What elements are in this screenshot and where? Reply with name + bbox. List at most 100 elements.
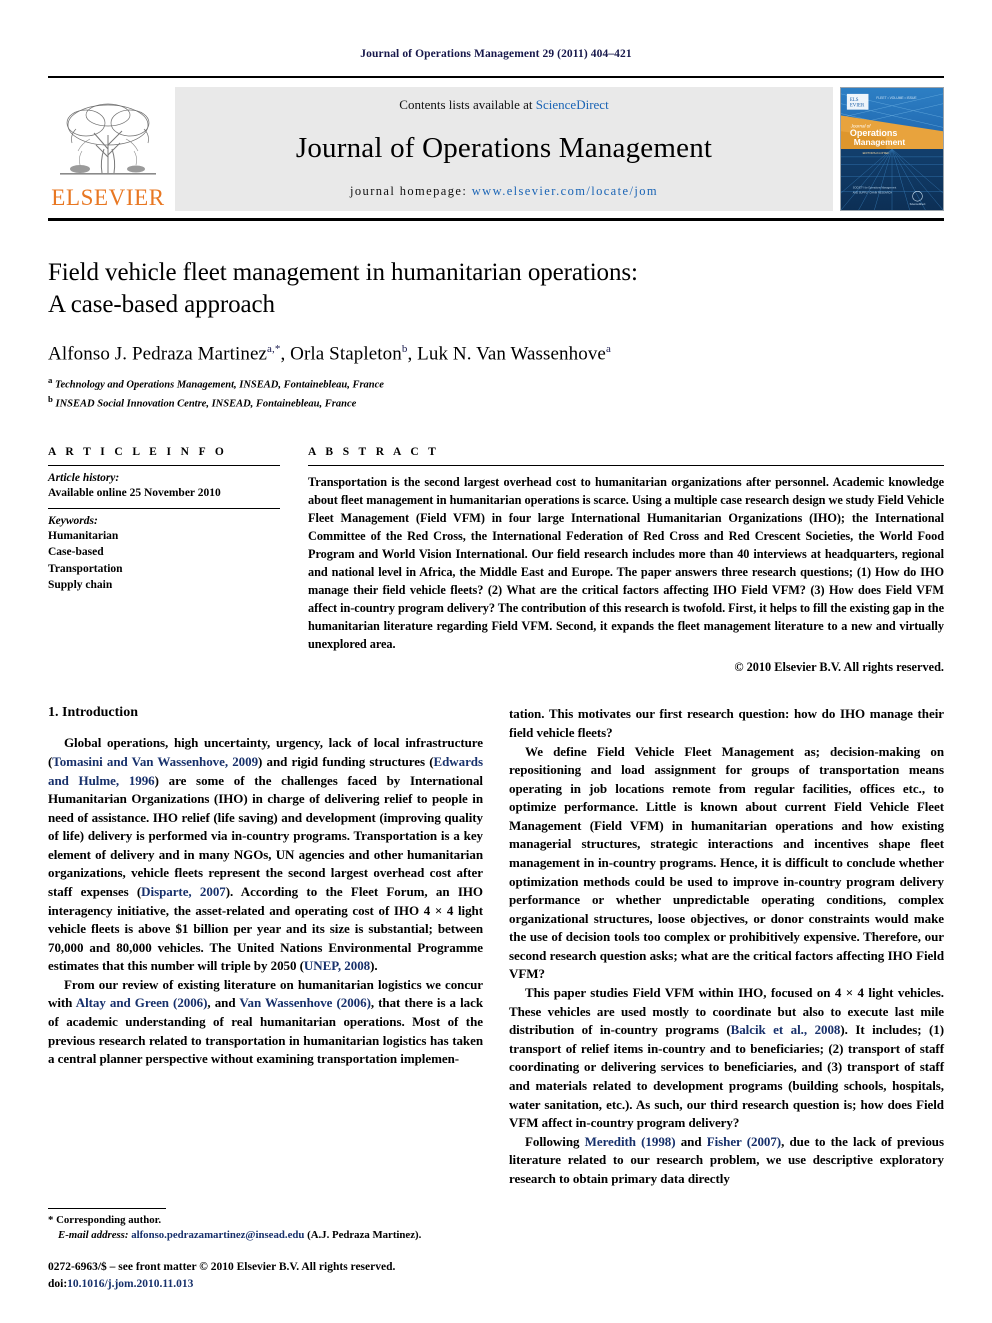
abstract-text: Transportation is the second largest ove… (308, 474, 944, 652)
article-history-heading: Article history: (48, 471, 120, 484)
svg-text:ELS: ELS (850, 98, 859, 103)
article-info-label: A R T I C L E I N F O (48, 445, 228, 458)
cover-artwork: ELS EVIER FLEET • VOLUME • ISSUE Journal… (841, 88, 943, 210)
citation-link[interactable]: Tomasini and Van Wassenhove, 2009 (52, 754, 258, 769)
footnote-rule (48, 1207, 166, 1209)
affiliation-item: b INSEAD Social Innovation Centre, INSEA… (48, 393, 944, 412)
body-paragraph: We define Field Vehicle Fleet Management… (509, 743, 944, 985)
body-paragraph: This paper studies Field VFM within IHO,… (509, 984, 944, 1133)
contents-prefix: Contents lists available at (399, 97, 536, 112)
affiliation-mark: a (48, 375, 53, 386)
running-head: Journal of Operations Management 29 (201… (360, 48, 632, 60)
affiliation-item: a Technology and Operations Management, … (48, 374, 944, 393)
citation-link[interactable]: Balcik et al., 2008 (731, 1022, 841, 1037)
article-page: Journal of Operations Management 29 (201… (0, 0, 992, 1323)
keywords-group: Keywords: Humanitarian Case-based Transp… (48, 509, 280, 600)
elsevier-wordmark: ELSEVIER (51, 185, 165, 210)
journal-title: Journal of Operations Management (295, 132, 713, 164)
body-text: ). (370, 958, 378, 974)
body-columns: 1. Introduction Global operations, high … (48, 705, 944, 1188)
citation-link[interactable]: Disparte, 2007 (141, 884, 226, 899)
author-affil-mark: a (605, 343, 611, 355)
page-footer: * Corresponding author. E-mail address: … (48, 1207, 483, 1294)
body-text: Following (525, 1133, 585, 1149)
section-number: 1. (48, 705, 59, 721)
body-paragraph: Following Meredith (1998) and Fisher (20… (509, 1133, 944, 1189)
author-affil-mark: a,* (267, 343, 281, 355)
citation-link[interactable]: Van Wassenhove (2006) (239, 995, 371, 1010)
left-column-paragraphs: Global operations, high uncertainty, urg… (48, 734, 483, 1068)
issn-front-matter: 0272-6963/$ – see front matter © 2010 El… (48, 1260, 396, 1273)
contents-available-line: Contents lists available at ScienceDirec… (399, 97, 608, 113)
elsevier-tree-icon (60, 103, 156, 175)
sciencedirect-link[interactable]: ScienceDirect (536, 97, 609, 112)
abstract-column: A B S T R A C T Transportation is the se… (308, 446, 944, 676)
article-history-group: Article history: Available online 25 Nov… (48, 466, 280, 508)
svg-text:AND SUPPLY CHAIN RESEARCH: AND SUPPLY CHAIN RESEARCH (853, 190, 892, 194)
author-name: Luk N. Van Wassenhove (417, 343, 606, 365)
article-history-value: Available online 25 November 2010 (48, 486, 221, 499)
corresponding-author-note: * Corresponding author. (48, 1213, 162, 1226)
doi-line: doi:10.1016/j.jom.2010.11.013 (48, 1276, 483, 1293)
body-text: We define Field Vehicle Fleet Management… (509, 743, 944, 982)
imprint-block: 0272-6963/$ – see front matter © 2010 El… (48, 1259, 483, 1294)
keyword-item: Humanitarian (48, 530, 119, 543)
masthead-bottom-rule (48, 218, 944, 221)
info-abstract-section: A R T I C L E I N F O Article history: A… (48, 446, 944, 676)
author-separator-2: , (407, 343, 418, 365)
svg-text:SOCIETY for Operations Managem: SOCIETY for Operations Management (853, 185, 897, 189)
article-info-column: A R T I C L E I N F O Article history: A… (48, 446, 280, 676)
right-column-paragraphs: tation. This motivates our first researc… (509, 705, 944, 1188)
journal-band: Contents lists available at ScienceDirec… (175, 87, 833, 211)
citation-link[interactable]: UNEP, 2008 (304, 958, 370, 973)
svg-text:EDITORS-IN-CHIEF: EDITORS-IN-CHIEF (863, 151, 890, 155)
author-name: Alfonso J. Pedraza Martinez (48, 343, 268, 365)
keyword-item: Transportation (48, 562, 123, 575)
email-note: E-mail address: alfonso.pedrazamartinez@… (48, 1228, 483, 1243)
body-column-right: tation. This motivates our first researc… (509, 705, 944, 1188)
citation-link[interactable]: Meredith (1998) (585, 1134, 676, 1149)
body-paragraph: tation. This motivates our first researc… (509, 705, 944, 742)
body-text: and (675, 1133, 707, 1149)
affiliation-text: Technology and Operations Management, IN… (55, 379, 384, 391)
svg-text:FLEET • VOLUME • ISSUE: FLEET • VOLUME • ISSUE (876, 96, 917, 100)
homepage-url-link[interactable]: www.elsevier.com/locate/jom (472, 184, 658, 198)
affiliation-mark: b (48, 394, 53, 405)
keywords-heading: Keywords: (48, 515, 98, 528)
title-line-1: Field vehicle fleet management in humani… (48, 259, 638, 286)
elsevier-logo: ELSEVIER (48, 87, 168, 211)
svg-text:Management: Management (854, 137, 906, 147)
page-title: Field vehicle fleet management in humani… (48, 257, 944, 321)
email-owner: (A.J. Pedraza Martinez). (307, 1229, 422, 1242)
section-heading-introduction: 1. Introduction (48, 705, 483, 721)
svg-text:EVIER: EVIER (850, 104, 865, 109)
homepage-prefix: journal homepage: (350, 184, 472, 198)
keyword-item: Supply chain (48, 579, 113, 592)
author-list: Alfonso J. Pedraza Martineza,*, Orla Sta… (48, 343, 944, 365)
journal-cover-thumbnail: ELS EVIER FLEET • VOLUME • ISSUE Journal… (840, 87, 944, 211)
doi-link[interactable]: 10.1016/j.jom.2010.11.013 (67, 1278, 193, 1290)
body-column-left: 1. Introduction Global operations, high … (48, 705, 483, 1188)
abstract-copyright: © 2010 Elsevier B.V. All rights reserved… (734, 660, 944, 675)
section-title: Introduction (62, 705, 138, 721)
citation-link[interactable]: Fisher (2007) (707, 1134, 781, 1149)
body-text: , and (207, 995, 240, 1011)
body-text: ) are some of the challenges faced by In… (48, 772, 483, 900)
email-link[interactable]: alfonso.pedrazamartinez@insead.edu (131, 1229, 304, 1241)
body-text: ) and rigid funding structures ( (258, 753, 434, 769)
journal-homepage-line: journal homepage: www.elsevier.com/locat… (350, 184, 658, 199)
body-text: tation. This motivates our first researc… (509, 706, 944, 740)
svg-text:ScienceDirect: ScienceDirect (910, 202, 926, 206)
journal-masthead: ELSEVIER Contents lists available at Sci… (48, 76, 944, 211)
affiliations: a Technology and Operations Management, … (48, 374, 944, 411)
affiliation-text: INSEAD Social Innovation Centre, INSEAD,… (55, 398, 357, 410)
author-name: Orla Stapleton (290, 343, 402, 365)
body-paragraph: From our review of existing literature o… (48, 976, 483, 1069)
doi-label: doi: (48, 1277, 68, 1290)
title-block: Field vehicle fleet management in humani… (48, 257, 944, 412)
citation-link[interactable]: Altay and Green (2006) (76, 995, 208, 1010)
author-separator-1: , (280, 343, 291, 365)
body-text: ). It includes; (1) transport of relief … (509, 1022, 944, 1131)
email-label: E-mail address: (58, 1229, 129, 1242)
keyword-item: Case-based (48, 546, 104, 559)
